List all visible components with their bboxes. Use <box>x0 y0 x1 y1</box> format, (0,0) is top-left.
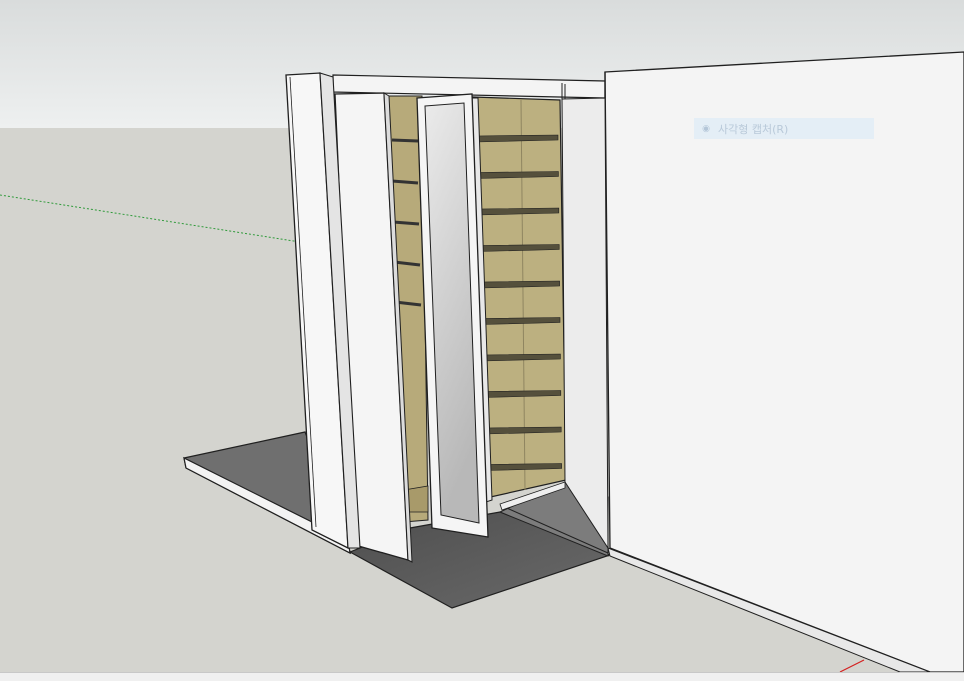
tooltip-label: 사각형 캡처(R) <box>718 122 789 136</box>
rectangle-capture-tooltip[interactable]: ◉ 사각형 캡처(R) <box>694 118 874 139</box>
status-bar <box>0 672 964 681</box>
rectangle-capture-icon: ◉ <box>702 123 710 134</box>
sketchup-3d-viewport[interactable] <box>0 0 964 681</box>
